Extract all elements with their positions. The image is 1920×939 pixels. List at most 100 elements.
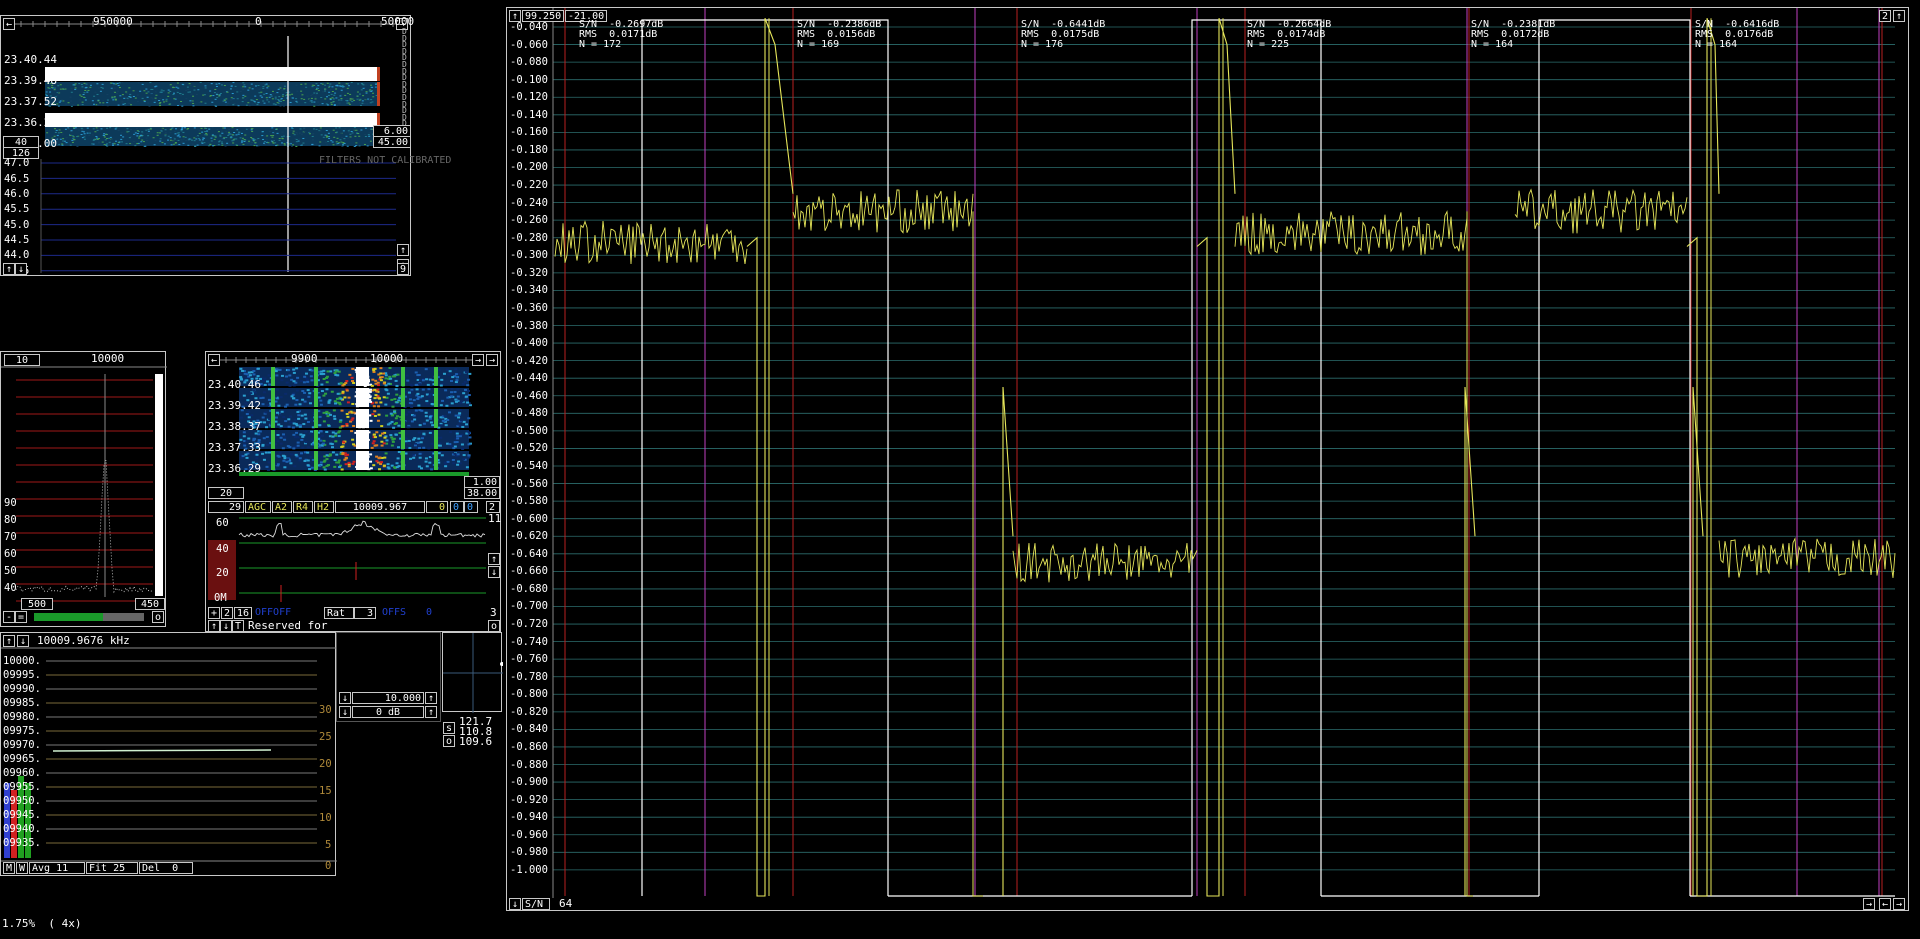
- waterfall-pixel: [223, 91, 226, 93]
- arrow-right-icon[interactable]: →: [1893, 898, 1905, 910]
- avg-button[interactable]: Avg 11: [29, 862, 85, 874]
- waterfall-pixel: [299, 433, 303, 436]
- fit-button[interactable]: Fit 25: [86, 862, 138, 874]
- rat-value[interactable]: 3: [354, 607, 376, 619]
- arrow-up-icon[interactable]: ↑: [3, 635, 15, 647]
- graph-top-right-number[interactable]: 2: [1879, 10, 1891, 22]
- arrow-down-icon[interactable]: ↓: [220, 620, 232, 632]
- ctrl-zero-label[interactable]: 0: [426, 607, 432, 619]
- waterfall-pixel: [343, 396, 347, 399]
- waterfall-pixel: [326, 370, 330, 373]
- ctrl-num-2[interactable]: 16: [234, 607, 252, 619]
- waterfall-pixel: [214, 135, 217, 137]
- mid-value-b[interactable]: 38.00: [464, 487, 500, 499]
- center-frequency-display[interactable]: 10009.967: [335, 501, 425, 513]
- plus-button[interactable]: +: [208, 607, 220, 619]
- footer-label[interactable]: S/N: [522, 898, 550, 910]
- arrow-up-icon[interactable]: ↑: [425, 706, 437, 718]
- waterfall-pixel: [160, 128, 163, 130]
- equals-button[interactable]: =: [15, 611, 27, 623]
- arrow-left-icon[interactable]: ←: [1879, 898, 1891, 910]
- arrow-up-icon[interactable]: ↑: [397, 244, 409, 256]
- waterfall-pixel: [224, 145, 227, 147]
- waterfall-pixel: [300, 92, 303, 94]
- gain-value[interactable]: 0 dB: [352, 706, 424, 718]
- del-button[interactable]: Del 0: [139, 862, 193, 874]
- arrow-down-icon[interactable]: ↓: [17, 635, 29, 647]
- waterfall-pixel: [113, 96, 116, 98]
- arrow-right-icon[interactable]: →: [1863, 898, 1875, 910]
- step-value[interactable]: 10.000: [352, 692, 424, 704]
- waterfall-pixel: [345, 100, 348, 102]
- w-button[interactable]: W: [16, 862, 28, 874]
- arrow-up-icon[interactable]: ↑: [488, 553, 500, 565]
- agc-button[interactable]: AGC: [245, 501, 271, 513]
- status-num-1[interactable]: 29: [208, 501, 244, 513]
- arrow-down-icon[interactable]: ↓: [339, 692, 351, 704]
- waterfall-pixel: [223, 127, 226, 129]
- ctrl-num-1[interactable]: 2: [221, 607, 233, 619]
- waterfall-pixel: [390, 436, 394, 439]
- waterfall-pixel: [181, 141, 184, 143]
- top-value-b[interactable]: 45.00: [373, 136, 411, 148]
- m-button[interactable]: M: [3, 862, 15, 874]
- waterfall-pixel: [124, 96, 127, 98]
- waterfall-pixel: [313, 101, 316, 103]
- r4-button[interactable]: R4: [293, 501, 313, 513]
- mid-time-2: 23.39.42: [208, 399, 261, 412]
- arrow-right-icon[interactable]: →: [472, 354, 484, 366]
- arrow-down-icon[interactable]: ↓: [339, 706, 351, 718]
- option-button[interactable]: o: [488, 620, 500, 632]
- text-mode-button[interactable]: T: [232, 620, 244, 632]
- arrow-left-icon[interactable]: ←: [208, 354, 220, 366]
- waterfall-pixel: [215, 93, 218, 95]
- minus-button[interactable]: -: [3, 611, 15, 623]
- waterfall-pixel: [318, 393, 322, 396]
- ctrl-offs-label[interactable]: OFFS: [382, 607, 406, 619]
- waterfall-pixel: [261, 131, 264, 133]
- waterfall-pixel: [325, 96, 328, 98]
- option-button[interactable]: o: [443, 735, 455, 747]
- waterfall-pixel: [153, 101, 156, 103]
- a2-button[interactable]: A2: [272, 501, 292, 513]
- top-spectrum-window: ← → 950000 0 50000 23.40.44 23.39.48 23.…: [0, 15, 451, 277]
- arrow-up-icon[interactable]: ↑: [1893, 10, 1905, 22]
- mid-time-3: 23.38.37: [208, 420, 261, 433]
- waterfall-pixel: [456, 453, 460, 456]
- arrow-up-icon[interactable]: ↑: [208, 620, 220, 632]
- ctrl-off-label[interactable]: OFFOFF: [255, 607, 291, 619]
- left-value-a[interactable]: 10: [4, 354, 40, 366]
- status-zero[interactable]: 0: [426, 501, 448, 513]
- option-button[interactable]: o: [152, 611, 164, 623]
- arrow-right-icon[interactable]: →: [486, 354, 498, 366]
- waterfall-pixel: [418, 456, 422, 459]
- h2-button[interactable]: H2: [314, 501, 334, 513]
- waterfall-pixel: [92, 127, 95, 129]
- arrow-down-icon[interactable]: ↓: [15, 263, 27, 275]
- waterfall-pixel: [335, 88, 338, 90]
- left-bottom-right[interactable]: 450: [135, 598, 165, 610]
- corner-number-box[interactable]: 9: [397, 263, 409, 275]
- arrow-up-icon[interactable]: ↑: [3, 263, 15, 275]
- status-b1[interactable]: 0: [450, 501, 464, 513]
- arrow-up-icon[interactable]: ↑: [425, 692, 437, 704]
- waterfall-pixel: [327, 85, 330, 87]
- arrow-down-icon[interactable]: ↓: [509, 898, 521, 910]
- waterfall-pixel: [262, 458, 266, 461]
- waterfall-pixel: [314, 98, 317, 100]
- waterfall-pixel: [201, 142, 204, 144]
- waterfall-pixel: [362, 95, 365, 97]
- left-bottom-left[interactable]: 500: [21, 598, 53, 610]
- waterfall-pixel: [196, 144, 199, 146]
- waterfall-pixel: [259, 95, 262, 97]
- waterfall-pixel: [211, 145, 214, 147]
- arrow-down-icon[interactable]: ↓: [488, 566, 500, 578]
- arrow-left-icon[interactable]: ←: [3, 18, 15, 30]
- mid-value-c[interactable]: 20: [208, 487, 244, 499]
- waterfall-pixel: [271, 139, 274, 141]
- waterfall-pixel: [340, 409, 344, 412]
- rat-button[interactable]: Rat: [324, 607, 354, 619]
- status-b2[interactable]: 0: [464, 501, 478, 513]
- s-button[interactable]: s: [443, 722, 455, 734]
- waterfall-pixel: [357, 83, 360, 85]
